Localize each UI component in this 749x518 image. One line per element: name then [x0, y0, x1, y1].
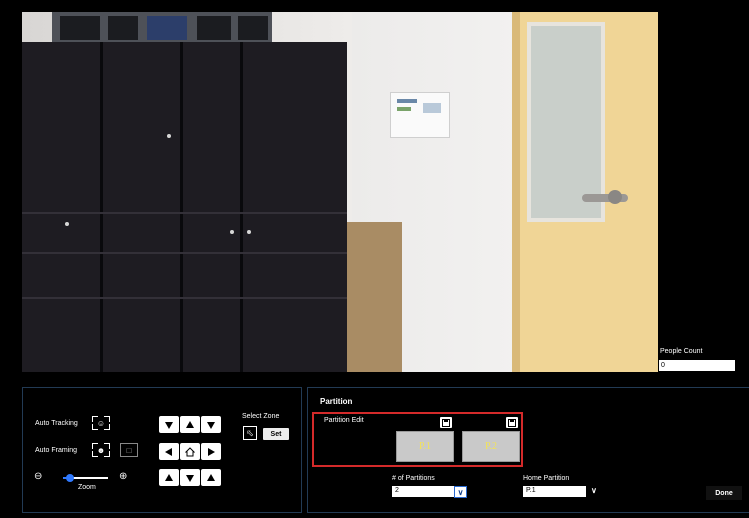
set-button[interactable]: Set	[263, 428, 289, 440]
auto-tracking-label: Auto Tracking	[35, 420, 78, 427]
video-cabinet-knob	[230, 230, 234, 234]
pan-up-right-button[interactable]	[201, 416, 221, 433]
video-cabinet-shelf	[22, 212, 347, 214]
chevron-down-icon[interactable]: ∨	[591, 486, 597, 495]
partition-title: Partition	[320, 397, 353, 406]
partition-edit-label: Partition Edit	[324, 417, 364, 424]
num-partitions-select[interactable]: 2	[392, 486, 454, 497]
pan-up-left-button[interactable]	[159, 416, 179, 433]
framing-settings-icon[interactable]: □	[120, 443, 138, 457]
pan-up-button[interactable]	[180, 416, 200, 433]
cursor-icon: ⬁	[246, 427, 254, 438]
arrow-up-icon	[186, 420, 194, 428]
save-partition-1-button[interactable]	[440, 417, 452, 428]
num-partitions-label: # of Partitions	[392, 475, 435, 482]
auto-tracking-icon[interactable]: ☺	[92, 416, 110, 430]
pan-left-button[interactable]	[159, 443, 179, 460]
camera-live-view[interactable]	[22, 12, 658, 372]
select-zone-label: Select Zone	[242, 413, 280, 420]
video-cabinet-knob	[167, 134, 171, 138]
video-wall-poster	[390, 92, 450, 138]
video-cabinet-seam	[240, 42, 243, 372]
select-zone-button[interactable]: ⬁	[243, 426, 257, 440]
home-partition-select[interactable]: P.1	[523, 486, 586, 497]
done-button[interactable]: Done	[706, 486, 742, 500]
zoom-out-icon[interactable]: ⊖	[34, 471, 42, 482]
pan-down-left-button[interactable]	[159, 469, 179, 486]
save-partition-2-button[interactable]	[506, 417, 518, 428]
partition-panel: Partition Partition Edit P.1 P.2 # of Pa…	[307, 387, 749, 513]
auto-framing-label: Auto Framing	[35, 447, 78, 454]
auto-framing-icon[interactable]: ☻	[92, 443, 110, 457]
arrow-down-right-icon	[165, 421, 173, 429]
save-icon	[508, 418, 516, 427]
arrow-up-right-icon	[165, 473, 173, 481]
save-icon	[442, 418, 450, 427]
partition-tile-2[interactable]: P.2	[462, 431, 520, 462]
home-icon	[185, 446, 195, 456]
video-door-edge	[512, 12, 520, 372]
home-button[interactable]	[180, 443, 200, 460]
pan-down-button[interactable]	[180, 469, 200, 486]
arrow-down-icon	[186, 474, 194, 482]
zoom-label: Zoom	[78, 484, 96, 491]
partition-edit-box: Partition Edit P.1 P.2	[312, 412, 523, 467]
chevron-down-icon[interactable]: ∨	[454, 486, 467, 498]
arrow-up-left-icon	[207, 473, 215, 481]
arrow-down-left-icon	[207, 421, 215, 429]
zoom-slider-handle[interactable]	[66, 474, 74, 482]
home-partition-label: Home Partition	[523, 475, 570, 482]
people-count-field[interactable]	[659, 360, 735, 371]
pan-down-right-button[interactable]	[201, 469, 221, 486]
video-cabinet	[22, 42, 347, 372]
people-count-label: People Count	[660, 348, 703, 355]
ptz-control-panel: Auto Tracking ☺ Auto Framing ☻ □ ⊖ ⊕ Zoo…	[22, 387, 302, 513]
video-cabinet-seam	[100, 42, 103, 372]
arrow-right-icon	[208, 447, 215, 456]
partition-tile-1[interactable]: P.1	[396, 431, 454, 462]
pan-right-button[interactable]	[201, 443, 221, 460]
zoom-in-icon[interactable]: ⊕	[119, 471, 127, 482]
video-door-lock	[608, 190, 622, 204]
video-cabinet-shelf	[22, 252, 347, 254]
video-door-window	[527, 22, 605, 222]
video-cabinet-seam	[180, 42, 183, 372]
video-cabinet-shelf	[22, 297, 347, 299]
arrow-left-icon	[165, 447, 172, 456]
video-cabinet-knob	[247, 230, 251, 234]
video-boxes-on-cabinet	[52, 12, 272, 44]
video-cabinet-knob	[65, 222, 69, 226]
video-carton	[347, 222, 402, 372]
